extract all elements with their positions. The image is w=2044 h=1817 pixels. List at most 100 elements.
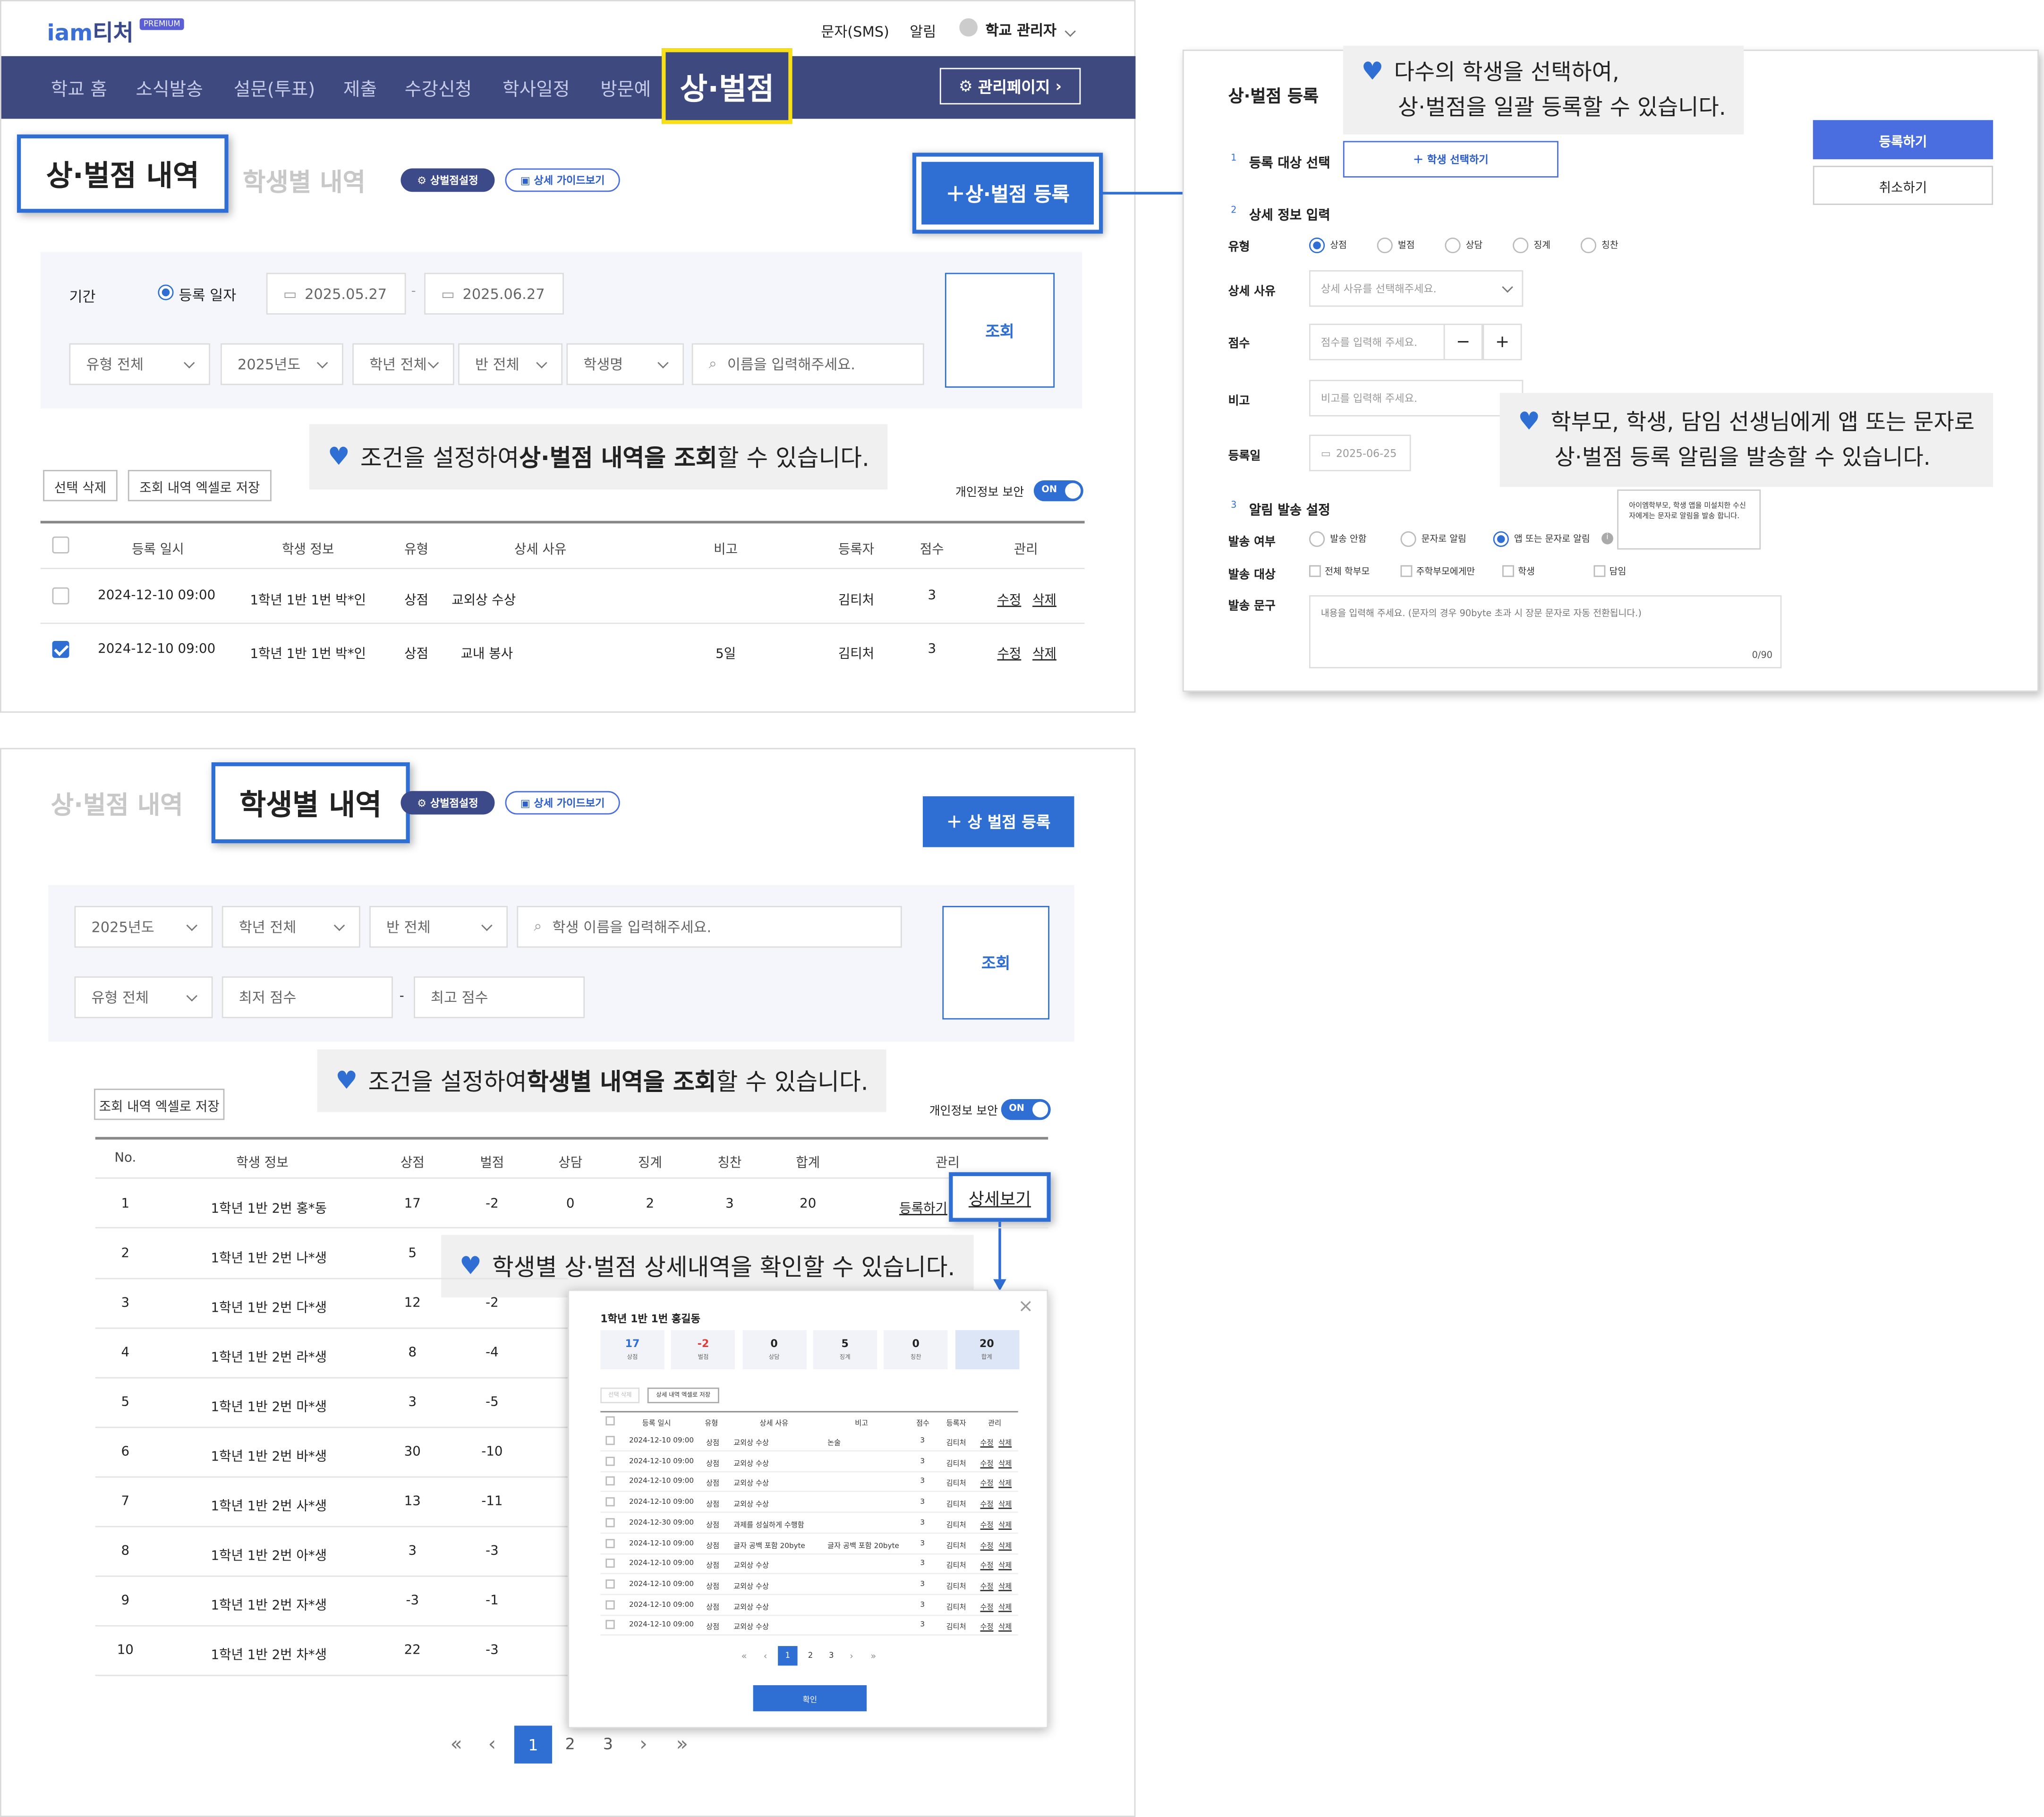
reg-date-radio[interactable] [158, 284, 174, 300]
modal-delete-link[interactable]: 삭제 [998, 1519, 1012, 1530]
grade-select[interactable]: 학년 전체 [221, 906, 360, 948]
modal-pager-page[interactable]: 3 [829, 1651, 834, 1660]
modal-delete-link[interactable]: 삭제 [998, 1540, 1012, 1550]
name-search-input[interactable]: ⌕ 이름을 입력해주세요. [691, 343, 924, 385]
edit-link[interactable]: 수정 [997, 642, 1021, 662]
message-textarea[interactable]: 내용을 입력해 주세요. (문자의 경우 90byte 초과 시 장문 문자로 … [1309, 595, 1782, 669]
pager-last[interactable]: » [676, 1732, 688, 1756]
score-input[interactable]: 점수를 입력해 주세요. [1309, 324, 1445, 360]
select-student-button[interactable]: ＋ 학생 선택하기 [1343, 141, 1559, 178]
modal-pager-prev[interactable]: ‹ [764, 1651, 767, 1662]
cancel-button[interactable]: 취소하기 [1813, 165, 1993, 205]
delete-selected-button[interactable]: 선택 삭제 [43, 469, 118, 502]
tab-penalty-list[interactable]: 상·벌점 내역 [51, 786, 183, 821]
date-from-input[interactable]: ▭ 2025.05.27 [266, 273, 406, 315]
row-checkbox-checked[interactable] [52, 640, 69, 658]
modal-row-checkbox[interactable] [605, 1559, 615, 1568]
tab-student-list[interactable]: 학생별 내역 [211, 762, 410, 844]
modal-row-checkbox[interactable] [605, 1476, 615, 1486]
logo[interactable]: iam티처 [47, 14, 133, 47]
grade-select[interactable]: 학년 전체 [352, 343, 454, 385]
penalty-settings-button[interactable]: ⚙ 상벌점설정 [400, 168, 495, 192]
send-radio-app[interactable] [1493, 531, 1509, 547]
modal-pager-last[interactable]: » [870, 1651, 876, 1662]
modal-delete-link[interactable]: 삭제 [998, 1478, 1012, 1489]
register-link[interactable]: 등록하기 [899, 1197, 947, 1216]
tab-student-list[interactable]: 학생별 내역 [243, 163, 366, 198]
year-select[interactable]: 2025년도 [221, 343, 343, 385]
info-icon[interactable]: i [1601, 532, 1613, 545]
pager-page-active[interactable]: 1 [514, 1725, 553, 1764]
modal-excel-button[interactable]: 상세 내역 엑셀로 저장 [647, 1387, 719, 1403]
select-all-checkbox[interactable] [52, 536, 69, 554]
nav-item[interactable]: 설문(투표) [234, 76, 315, 102]
name-search-input[interactable]: ⌕ 학생 이름을 입력해주세요. [517, 906, 902, 948]
min-score-input[interactable]: 최저 점수 [221, 976, 393, 1018]
guide-button[interactable]: ▣ 상세 가이드보기 [505, 791, 620, 815]
sms-link[interactable]: 문자(SMS) [821, 21, 889, 42]
modal-pager-page[interactable]: 2 [808, 1651, 813, 1660]
close-icon[interactable]: × [1018, 1296, 1033, 1317]
modal-delete-link[interactable]: 삭제 [998, 1581, 1012, 1591]
modal-row-checkbox[interactable] [605, 1456, 615, 1466]
register-penalty-button[interactable]: ＋ 상 벌점 등록 [922, 796, 1074, 847]
modal-delete-link[interactable]: 삭제 [998, 1437, 1012, 1448]
modal-row-checkbox[interactable] [605, 1538, 615, 1548]
admin-page-button[interactable]: ⚙ 관리페이지 › [939, 68, 1081, 105]
alarm-link[interactable]: 알림 [910, 21, 936, 42]
modal-edit-link[interactable]: 수정 [980, 1581, 994, 1591]
class-select[interactable]: 반 전체 [369, 906, 508, 948]
target-checkbox[interactable] [1309, 565, 1321, 577]
modal-edit-link[interactable]: 수정 [980, 1540, 994, 1550]
privacy-toggle[interactable]: ON [1033, 480, 1083, 502]
modal-select-all[interactable] [605, 1416, 615, 1425]
student-select[interactable]: 학생명 [566, 343, 684, 385]
pager-page[interactable]: 2 [565, 1735, 575, 1753]
type-radio-merit[interactable] [1309, 237, 1325, 254]
modal-edit-link[interactable]: 수정 [980, 1601, 994, 1612]
modal-edit-link[interactable]: 수정 [980, 1458, 994, 1468]
user-menu[interactable]: 학교 관리자 [986, 19, 1076, 40]
modal-edit-link[interactable]: 수정 [980, 1478, 994, 1489]
search-button[interactable]: 조회 [945, 273, 1055, 388]
note-input[interactable]: 비고를 입력해 주세요. [1309, 380, 1524, 417]
detail-view-button[interactable]: 상세보기 [949, 1172, 1051, 1222]
delete-link[interactable]: 삭제 [1032, 589, 1056, 608]
modal-edit-link[interactable]: 수정 [980, 1621, 994, 1632]
year-select[interactable]: 2025년도 [74, 906, 213, 948]
pager-first[interactable]: « [450, 1732, 462, 1756]
plus-button[interactable]: + [1482, 324, 1522, 360]
reason-select[interactable]: 상세 사유를 선택해주세요. [1309, 270, 1524, 307]
privacy-toggle[interactable]: ON [1001, 1099, 1051, 1120]
modal-delete-link[interactable]: 삭제 [998, 1560, 1012, 1571]
modal-edit-link[interactable]: 수정 [980, 1519, 994, 1530]
modal-pager-first[interactable]: « [741, 1651, 747, 1662]
nav-item[interactable]: 소식발송 [136, 76, 203, 102]
modal-pager-next[interactable]: › [850, 1651, 853, 1662]
date-to-input[interactable]: ▭ 2025.06.27 [424, 273, 564, 315]
nav-item[interactable]: 학교 홈 [51, 76, 107, 102]
modal-delete-link[interactable]: 삭제 [998, 1458, 1012, 1468]
modal-row-checkbox[interactable] [605, 1620, 615, 1629]
modal-delete-button[interactable]: 선택 삭제 [600, 1387, 640, 1403]
modal-edit-link[interactable]: 수정 [980, 1437, 994, 1448]
modal-row-checkbox[interactable] [605, 1497, 615, 1507]
minus-button[interactable]: − [1443, 324, 1483, 360]
modal-row-checkbox[interactable] [605, 1436, 615, 1445]
penalty-settings-button[interactable]: ⚙ 상벌점설정 [400, 791, 495, 815]
pager-prev[interactable]: ‹ [488, 1732, 496, 1756]
register-penalty-button[interactable]: ＋ 상·벌점 등록 [921, 162, 1094, 225]
modal-pager-active[interactable]: 1 [778, 1646, 798, 1666]
nav-item[interactable]: 수강신청 [405, 76, 472, 102]
row-checkbox[interactable] [52, 587, 69, 605]
modal-delete-link[interactable]: 삭제 [998, 1499, 1012, 1510]
modal-row-checkbox[interactable] [605, 1518, 615, 1527]
send-radio[interactable] [1400, 531, 1416, 547]
modal-row-checkbox[interactable] [605, 1579, 615, 1589]
target-checkbox[interactable] [1593, 565, 1606, 577]
excel-export-button[interactable]: 조회 내역 엑셀로 저장 [128, 469, 272, 502]
type-select[interactable]: 유형 전체 [74, 976, 213, 1018]
nav-item-penalty-active[interactable]: 상·벌점 [662, 48, 792, 124]
submit-button[interactable]: 등록하기 [1813, 120, 1993, 160]
nav-item[interactable]: 제출 [343, 76, 377, 102]
